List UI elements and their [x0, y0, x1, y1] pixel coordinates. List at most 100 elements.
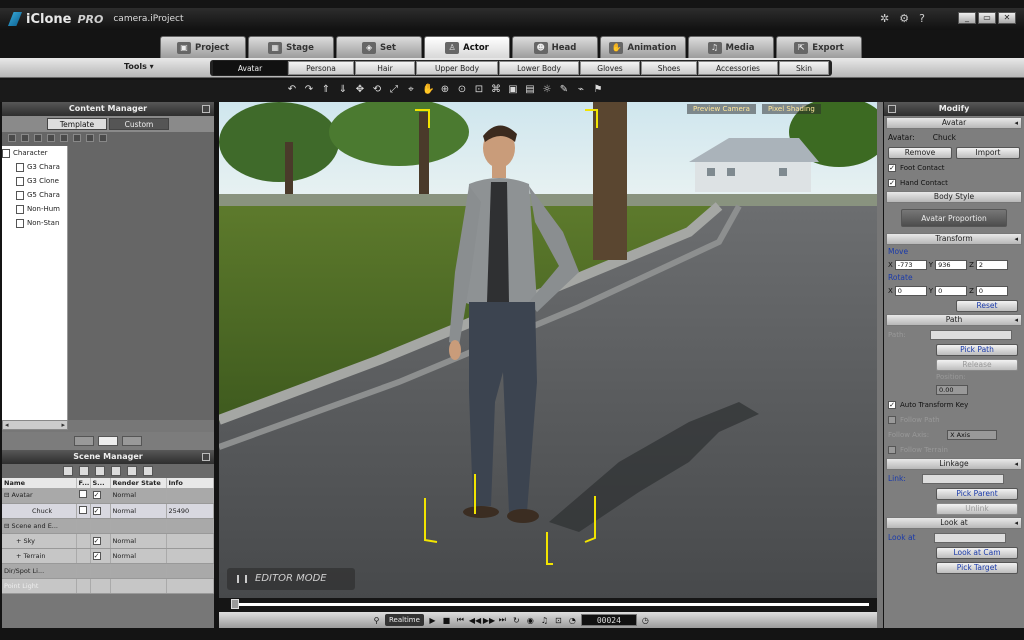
table-row[interactable]: ⊟ Scene and E...: [2, 518, 214, 534]
freeze-cell[interactable]: [76, 488, 91, 504]
subtab-persona[interactable]: Persona: [288, 61, 354, 75]
scene-render[interactable]: [219, 102, 877, 598]
auto-transform-checkbox[interactable]: ✓: [888, 400, 896, 409]
pick-parent-button[interactable]: Pick Parent: [936, 487, 1018, 500]
foot-contact-checkbox[interactable]: ✓: [888, 163, 896, 172]
move-icon[interactable]: ✥: [354, 84, 366, 95]
light-icon[interactable]: ☼: [541, 84, 553, 95]
collapse-icon[interactable]: ◂: [1014, 315, 1018, 325]
tab-export[interactable]: ⇱ Export: [776, 36, 862, 58]
pin-icon[interactable]: [202, 105, 210, 113]
section-look-at[interactable]: Look at ◂: [886, 517, 1022, 529]
delete-icon[interactable]: [34, 134, 42, 142]
sort-icon[interactable]: [86, 134, 94, 142]
freeze-checkbox[interactable]: [78, 490, 87, 499]
collapse-icon[interactable]: ◂: [1014, 234, 1018, 244]
timer-icon[interactable]: ◔: [567, 616, 578, 625]
folder-icon[interactable]: [8, 134, 16, 142]
tab-set[interactable]: ◈ Set: [336, 36, 422, 58]
select-icon[interactable]: ⌖: [405, 84, 417, 95]
subtab-accessories[interactable]: Accessories: [698, 61, 778, 75]
zoom-icon[interactable]: ⊙: [456, 84, 468, 95]
clock-icon[interactable]: ◷: [640, 616, 651, 625]
link-icon[interactable]: ⚲: [371, 616, 382, 625]
freeze-cell[interactable]: [76, 503, 91, 519]
undo-icon[interactable]: ↶: [286, 84, 298, 95]
position-field[interactable]: 0.00: [936, 384, 968, 395]
group-icon[interactable]: [127, 466, 137, 476]
tab-animation[interactable]: ✋ Animation: [600, 36, 686, 58]
grid-icon[interactable]: [73, 134, 81, 142]
search-icon[interactable]: [95, 466, 105, 476]
move-x-field[interactable]: -773: [894, 259, 927, 270]
preview-camera-button[interactable]: Preview Camera: [687, 104, 756, 114]
table-row[interactable]: Chuck ✓ Normal 25490: [2, 503, 214, 519]
pan-icon[interactable]: ✋: [422, 84, 434, 95]
play-icon[interactable]: ▶: [427, 616, 438, 625]
tree-item-g3-clone[interactable]: G3 Clone: [2, 174, 67, 188]
column-header[interactable]: Info: [166, 478, 214, 488]
collapse-icon[interactable]: ◂: [1014, 518, 1018, 528]
move-z-field[interactable]: 2: [975, 259, 1008, 270]
copy-icon[interactable]: [111, 466, 121, 476]
table-row[interactable]: + Terrain ✓ Normal: [2, 548, 214, 564]
frame-icon[interactable]: ▤: [524, 84, 536, 95]
remove-button[interactable]: Remove: [888, 146, 952, 159]
link-icon[interactable]: ⌁: [575, 84, 587, 95]
rotate-z-field[interactable]: 0: [975, 285, 1008, 296]
sort-icon[interactable]: [79, 466, 89, 476]
show-cell[interactable]: ✓: [90, 548, 111, 564]
section-path[interactable]: Path ◂: [886, 314, 1022, 326]
subtab-shoes[interactable]: Shoes: [641, 61, 697, 75]
previous-frame-icon[interactable]: ⏮: [455, 615, 466, 625]
follow-path-checkbox[interactable]: [888, 415, 896, 424]
look-at-field[interactable]: [933, 532, 1006, 543]
3d-viewport[interactable]: Preview Camera Pixel Shading EDITOR MODE…: [219, 102, 877, 628]
table-row[interactable]: + Sky ✓ Normal: [2, 533, 214, 549]
realtime-button[interactable]: Realtime: [385, 614, 424, 626]
table-row[interactable]: Dir/Spot Li...: [2, 563, 214, 579]
hand-contact-checkbox[interactable]: ✓: [888, 178, 896, 187]
rotate-x-field[interactable]: 0: [894, 285, 927, 296]
subtab-lower-body[interactable]: Lower Body: [499, 61, 579, 75]
brush-icon[interactable]: ✎: [558, 84, 570, 95]
pin-icon[interactable]: [202, 453, 210, 461]
tab-actor[interactable]: ♙ Actor: [424, 36, 510, 58]
tree-scrollbar[interactable]: ◂ ▸: [2, 420, 68, 430]
tab-template[interactable]: Template: [47, 118, 107, 130]
step-forward-icon[interactable]: ▶▶: [483, 616, 495, 625]
tree-item-g3-character[interactable]: G3 Chara: [2, 160, 67, 174]
frame-counter[interactable]: 00024: [580, 614, 637, 626]
maximize-button[interactable]: ▭: [978, 12, 996, 24]
section-body-style[interactable]: Body Style: [886, 191, 1022, 203]
scroll-right-icon[interactable]: ▸: [61, 421, 65, 429]
show-cell[interactable]: ✓: [90, 533, 111, 549]
move-y-field[interactable]: 936: [935, 259, 968, 270]
show-checkbox[interactable]: ✓: [92, 491, 101, 500]
rotate-y-field[interactable]: 0: [935, 285, 968, 296]
pick-target-button[interactable]: Pick Target: [936, 561, 1018, 574]
reset-button[interactable]: Reset: [956, 299, 1018, 312]
scroll-left-icon[interactable]: ◂: [5, 421, 9, 429]
collapse-icon[interactable]: ◂: [1014, 459, 1018, 469]
scale-icon[interactable]: ⤢: [388, 84, 400, 95]
apply-button[interactable]: [98, 436, 118, 446]
next-button[interactable]: [122, 436, 142, 446]
table-row[interactable]: ⊟ Avatar ✓ Normal: [2, 488, 214, 504]
show-checkbox[interactable]: ✓: [92, 551, 101, 560]
show-checkbox[interactable]: ✓: [92, 506, 101, 515]
tree-item-non-human[interactable]: Non-Hum: [2, 202, 67, 216]
fit-icon[interactable]: ⊡: [473, 84, 485, 95]
tree-item-non-standard[interactable]: Non-Stan: [2, 216, 67, 230]
follow-terrain-checkbox[interactable]: [888, 445, 896, 454]
collapse-icon[interactable]: ◂: [1014, 118, 1018, 128]
gear-icon[interactable]: ⚙: [899, 12, 909, 25]
step-back-icon[interactable]: ◀◀: [469, 616, 481, 625]
view-icon[interactable]: ▣: [507, 84, 519, 95]
list-icon[interactable]: [60, 134, 68, 142]
move-down-icon[interactable]: ⇓: [337, 84, 349, 95]
show-cell[interactable]: ✓: [90, 488, 111, 504]
path-field[interactable]: [929, 329, 1012, 340]
tree-item-character[interactable]: Character: [2, 146, 67, 160]
section-avatar[interactable]: Avatar ◂: [886, 117, 1022, 129]
